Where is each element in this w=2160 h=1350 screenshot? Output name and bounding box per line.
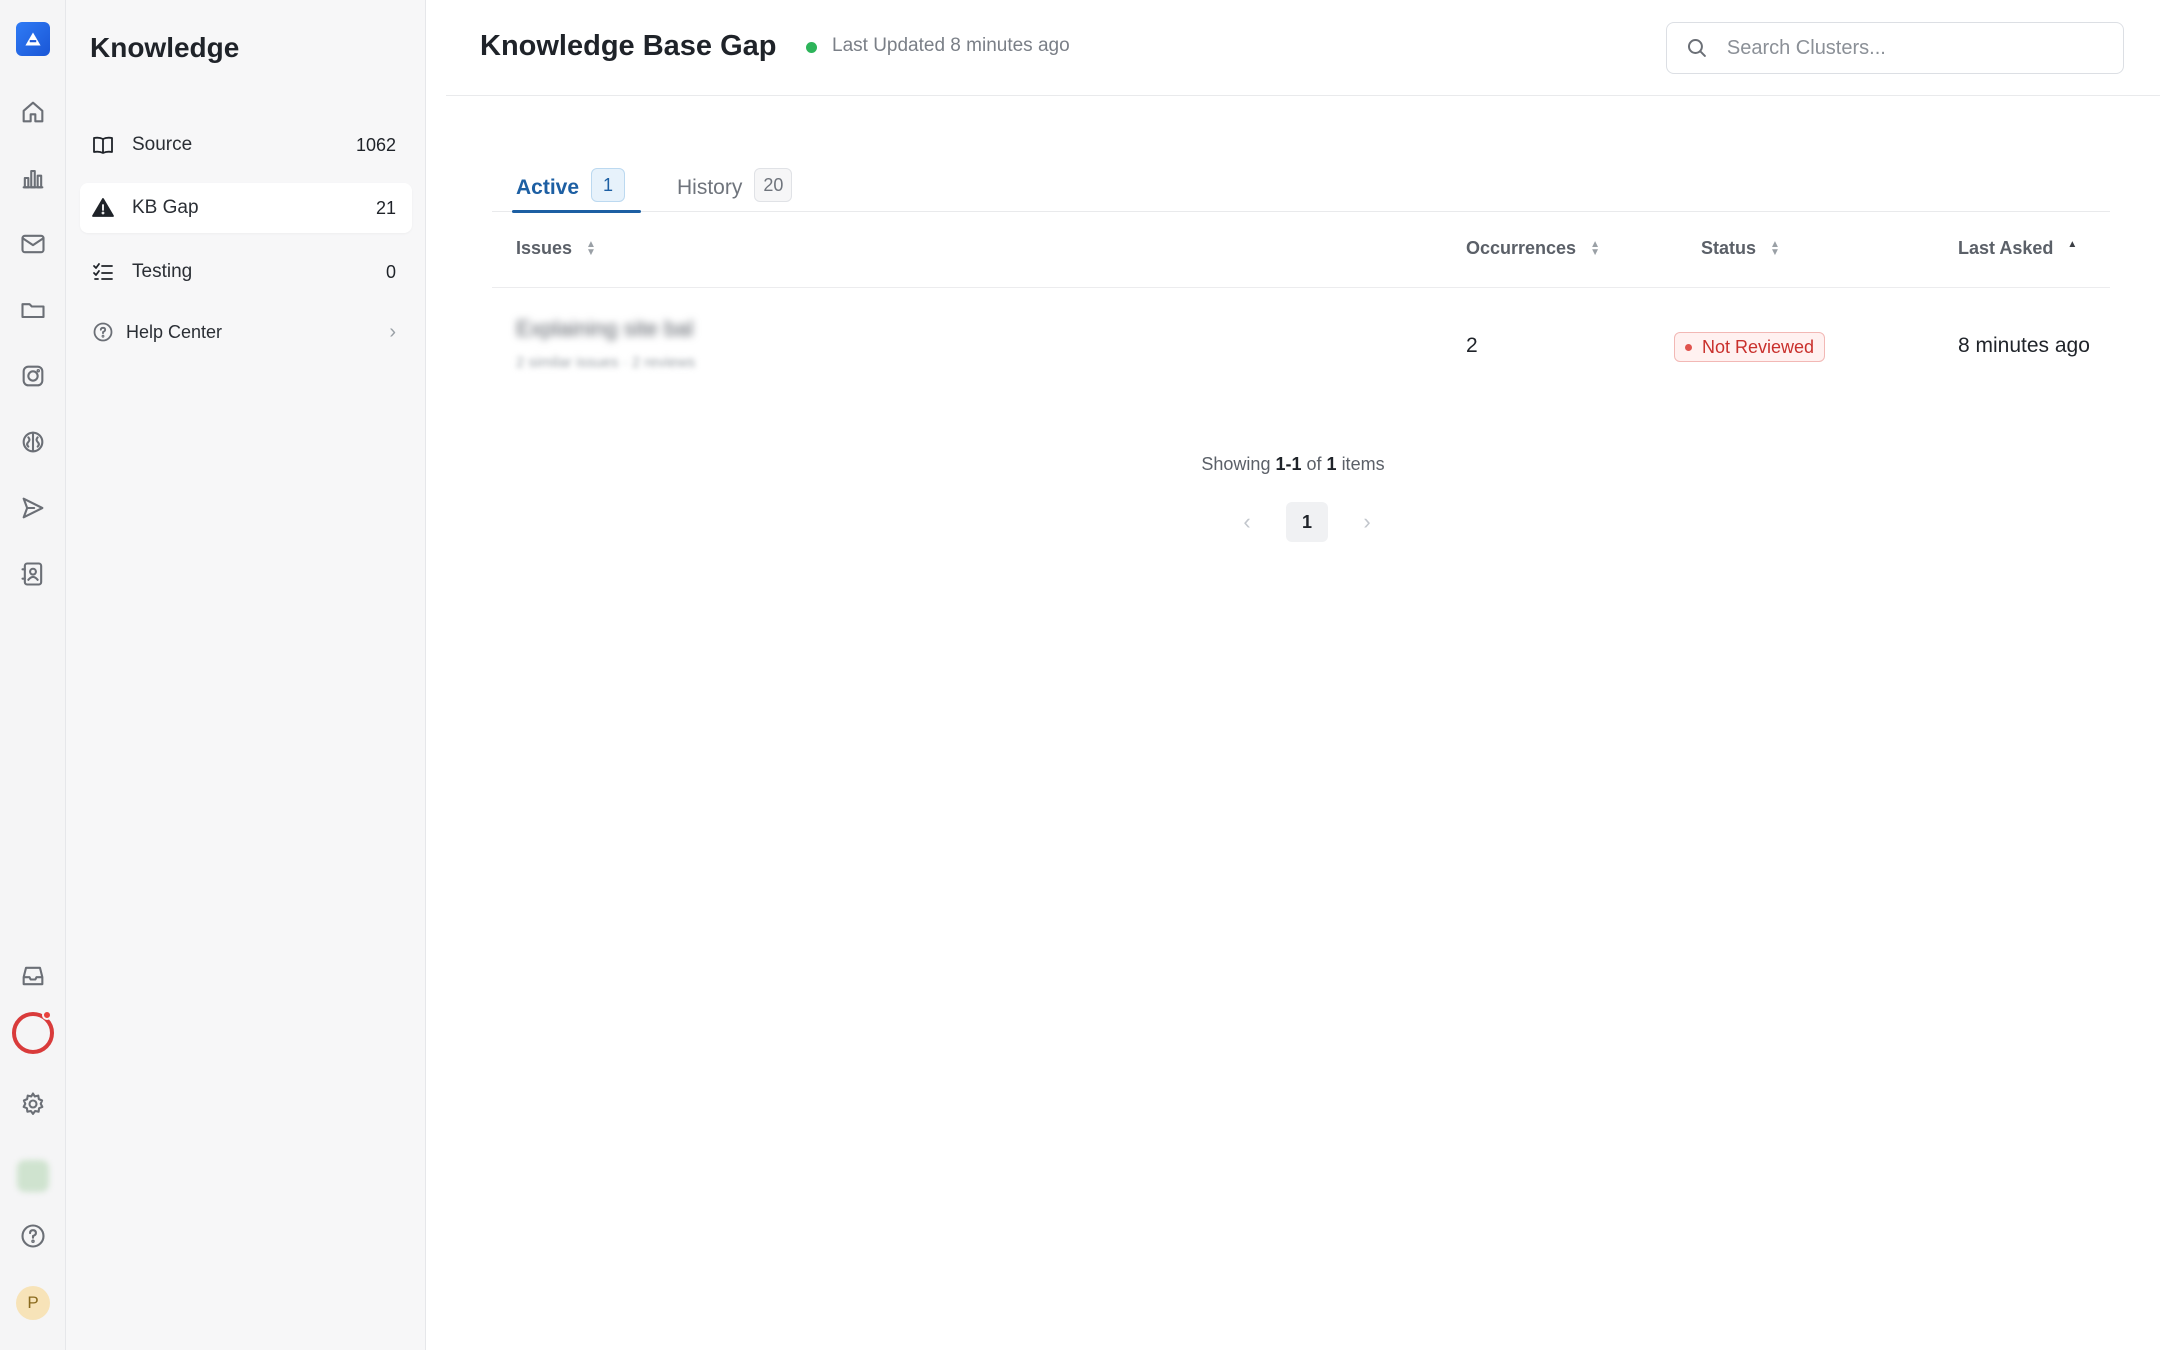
instagram-icon[interactable] (13, 356, 53, 396)
page-number-button[interactable]: 1 (1286, 502, 1328, 542)
last-updated-text: Last Updated 8 minutes ago (832, 35, 1070, 56)
summary-prefix: Showing (1201, 454, 1271, 474)
live-status-dot (806, 42, 817, 53)
column-header-occurrences[interactable]: Occurrences ▲ ▼ (1466, 238, 1600, 259)
sidebar-item-count: 1062 (355, 134, 396, 155)
tab-history[interactable]: History 20 (677, 158, 793, 212)
settings-icon[interactable] (13, 1084, 53, 1124)
mail-icon[interactable] (13, 224, 53, 264)
sort-icon: ▲ ▼ (1590, 238, 1600, 258)
tab-bar: Active 1 History 20 (492, 150, 2110, 213)
issue-title: Explaining site bal (516, 316, 694, 341)
knowledge-sidebar: Knowledge Source 1062 KB Gap 21 Testing … (66, 0, 426, 1350)
icon-rail: P (0, 0, 66, 1350)
pagination-summary: Showing 1-1 of 1 items (426, 454, 2160, 475)
main-content: Knowledge Base Gap Last Updated 8 minute… (426, 0, 2160, 1350)
next-page-icon[interactable]: › (1352, 509, 1382, 535)
sidebar-item-count: 0 (385, 261, 396, 282)
tab-count-badge: 20 (754, 168, 793, 202)
sidebar-item-help-center[interactable]: Help Center › (80, 307, 412, 357)
contacts-icon[interactable] (13, 554, 53, 594)
column-label: Issues (516, 238, 573, 258)
tab-label: Active (516, 176, 580, 199)
prev-page-icon[interactable]: ‹ (1232, 509, 1262, 535)
status-label: Not Reviewed (1702, 336, 1815, 357)
summary-suffix: items (1341, 454, 1385, 474)
folder-icon[interactable] (13, 290, 53, 330)
search-icon (1687, 39, 1706, 57)
warning-icon (90, 195, 116, 221)
chart-icon[interactable] (13, 158, 53, 198)
sort-icon: ▲ ▼ (586, 238, 596, 258)
checklist-icon (90, 259, 116, 285)
issue-subtitle: 2 similar issues · 2 reviews (516, 354, 696, 371)
column-header-issues[interactable]: Issues ▲ ▼ (516, 238, 596, 259)
pagination: ‹ 1 › (1232, 502, 1382, 542)
brain-icon[interactable] (13, 422, 53, 462)
help-circle-icon (90, 319, 116, 345)
status-dot (1685, 343, 1692, 351)
search-input[interactable] (1726, 36, 2105, 60)
sidebar-item-label: KB Gap (132, 197, 199, 218)
notification-dot (42, 1010, 52, 1020)
table-header: Issues ▲ ▼ Occurrences ▲ ▼ Status ▲ ▼ Last … (492, 212, 2110, 288)
column-header-status[interactable]: Status ▲ ▼ (1701, 238, 1780, 259)
help-icon[interactable] (13, 1216, 53, 1256)
sidebar-item-count: 21 (375, 197, 396, 218)
page-header: Knowledge Base Gap Last Updated 8 minute… (446, 0, 2160, 96)
column-header-last-asked[interactable]: Last Asked ▲▼ (1958, 238, 2077, 259)
user-avatar[interactable]: P (16, 1286, 50, 1320)
tab-count-badge: 1 (591, 168, 626, 202)
table-row[interactable]: Explaining site bal 2 similar issues · 2… (492, 288, 2110, 404)
workspace-avatar[interactable] (17, 1160, 49, 1192)
tab-active[interactable]: Active 1 (511, 158, 642, 213)
sidebar-item-label: Help Center (126, 321, 223, 342)
sidebar-item-testing[interactable]: Testing 0 (80, 247, 412, 297)
tab-label: History (677, 176, 743, 199)
send-icon[interactable] (13, 488, 53, 528)
column-label: Status (1701, 238, 1757, 258)
home-icon[interactable] (13, 92, 53, 132)
app-logo[interactable] (16, 22, 50, 56)
sort-icon: ▲ ▼ (1770, 238, 1780, 258)
column-label: Last Asked (1958, 238, 2054, 258)
inbox-icon[interactable] (13, 956, 53, 996)
column-label: Occurrences (1466, 238, 1577, 258)
summary-of: of (1306, 454, 1322, 474)
chevron-right-icon: › (389, 320, 396, 343)
page-title: Knowledge Base Gap (480, 30, 777, 62)
last-asked-value: 8 minutes ago (1958, 334, 2090, 357)
occurrences-value: 2 (1466, 334, 1478, 357)
book-icon (90, 132, 116, 158)
sidebar-item-label: Testing (132, 261, 193, 282)
search-box[interactable] (1666, 22, 2124, 74)
summary-range: 1-1 (1275, 454, 1302, 474)
sort-ascending-icon: ▲▼ (2067, 238, 2078, 250)
sidebar-item-label: Source (132, 134, 193, 155)
sidebar-title: Knowledge (90, 32, 240, 63)
status-badge: Not Reviewed (1674, 332, 1826, 362)
summary-total: 1 (1326, 454, 1337, 474)
sidebar-item-kb-gap[interactable]: KB Gap 21 (80, 183, 412, 233)
logo-icon (25, 32, 41, 46)
sidebar-item-source[interactable]: Source 1062 (80, 120, 412, 170)
